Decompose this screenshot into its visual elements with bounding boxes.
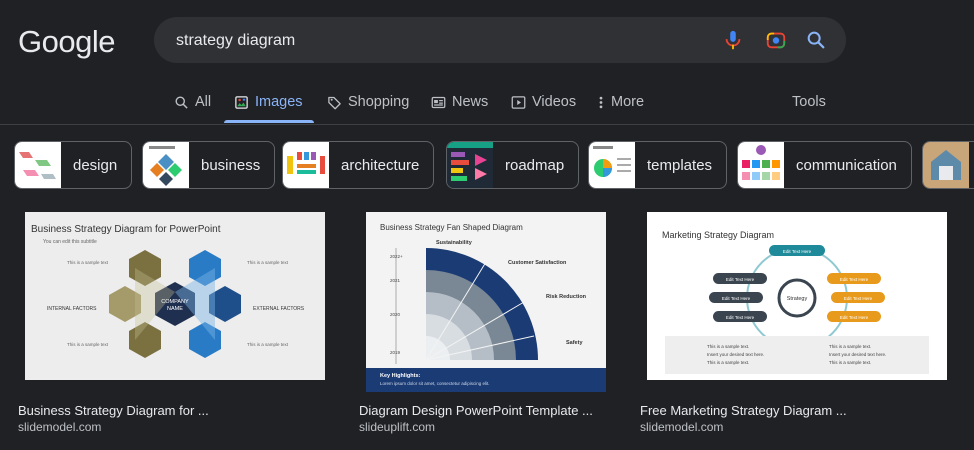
center-label: Strategy bbox=[787, 296, 808, 302]
bullet-text: Insert your desired text here. bbox=[829, 352, 886, 357]
bullet-text: This is a sample text. bbox=[707, 360, 749, 365]
image-heading: Marketing Strategy Diagram bbox=[662, 230, 774, 240]
tab-shopping[interactable]: Shopping bbox=[327, 82, 409, 122]
result-image[interactable]: Marketing Strategy Diagram Strategy Edit… bbox=[647, 212, 947, 380]
more-vert-icon bbox=[599, 96, 603, 108]
edit-label: Edit Text Here bbox=[844, 296, 873, 301]
news-icon bbox=[431, 96, 446, 108]
fan-label: Safety bbox=[566, 340, 583, 346]
edit-label: Edit Text Here bbox=[726, 277, 755, 282]
header-divider bbox=[0, 124, 974, 125]
chip-thumbnail bbox=[143, 142, 189, 188]
chip-label: architecture bbox=[341, 156, 420, 174]
chip-label: design bbox=[73, 156, 118, 174]
tab-label: Shopping bbox=[348, 94, 410, 110]
sample-text: This is a sample text bbox=[67, 260, 109, 265]
camera-lens-icon[interactable] bbox=[765, 29, 787, 51]
image-heading: Business Strategy Diagram for PowerPoint bbox=[31, 224, 221, 235]
sample-text: This is a sample text bbox=[247, 342, 289, 347]
tab-news[interactable]: News bbox=[431, 82, 488, 122]
chip-templates[interactable]: templates bbox=[588, 141, 728, 189]
tab-label: More bbox=[611, 94, 645, 110]
edit-label: Edit Text Here bbox=[783, 249, 812, 254]
bullet-text: This is a sample text. bbox=[707, 344, 749, 349]
images-icon bbox=[235, 95, 248, 109]
tab-label: News bbox=[452, 94, 489, 110]
search-input[interactable] bbox=[174, 17, 698, 65]
chip-architecture[interactable]: architecture bbox=[282, 141, 435, 189]
chip-label: communication bbox=[796, 156, 897, 174]
chip-label: business bbox=[201, 156, 261, 174]
result-source: slidemodel.com bbox=[18, 420, 102, 434]
image-heading: Business Strategy Fan Shaped Diagram bbox=[380, 223, 523, 232]
tab-label: Videos bbox=[532, 94, 577, 110]
result-image[interactable]: Business Strategy Fan Shaped Diagram 202… bbox=[366, 212, 606, 392]
year-label: 2021 bbox=[390, 278, 401, 283]
chip-thumbnail bbox=[15, 142, 61, 188]
edit-label: Edit Text Here bbox=[840, 315, 869, 320]
left-factor-label: INTERNAL FACTORS bbox=[47, 306, 97, 312]
result-title[interactable]: Free Marketing Strategy Diagram ... bbox=[640, 403, 847, 418]
result-title[interactable]: Diagram Design PowerPoint Template ... bbox=[359, 403, 593, 418]
bullet-text: Insert your desired text here. bbox=[707, 352, 764, 357]
active-tab-indicator bbox=[224, 120, 314, 123]
google-logo[interactable]: Google bbox=[18, 24, 115, 60]
year-label: 2019 bbox=[390, 350, 401, 355]
search-bar bbox=[154, 17, 846, 65]
edit-label: Edit Text Here bbox=[722, 296, 751, 301]
result-title[interactable]: Business Strategy Diagram for ... bbox=[18, 403, 209, 418]
sample-text: This is a sample text bbox=[67, 342, 109, 347]
tag-icon bbox=[328, 96, 341, 109]
chip-label: roadmap bbox=[505, 156, 565, 174]
sample-text: This is a sample text bbox=[247, 260, 289, 265]
bullet-text: This is a sample text. bbox=[829, 360, 871, 365]
tools-button[interactable]: Tools bbox=[792, 82, 826, 122]
fan-label: Customer Satisfaction bbox=[508, 260, 567, 266]
play-icon bbox=[511, 95, 526, 109]
chip-design[interactable]: design bbox=[14, 141, 133, 189]
result-source: slidemodel.com bbox=[640, 420, 724, 434]
tab-label: Images bbox=[255, 94, 303, 110]
microphone-icon[interactable] bbox=[722, 29, 744, 51]
year-label: 2022+ bbox=[390, 254, 403, 259]
tab-images[interactable]: Images bbox=[234, 82, 303, 122]
chip-label: templates bbox=[647, 156, 713, 174]
edit-label: Edit Text Here bbox=[726, 315, 755, 320]
chip-roadmap[interactable]: roadmap bbox=[446, 141, 580, 189]
edit-label: Edit Text Here bbox=[840, 277, 869, 282]
right-factor-label: EXTERNAL FACTORS bbox=[253, 306, 305, 312]
tools-label: Tools bbox=[792, 94, 826, 110]
tab-videos[interactable]: Videos bbox=[511, 82, 576, 122]
chip-thumbnail bbox=[447, 142, 493, 188]
chip-thumbnail bbox=[589, 142, 635, 188]
tab-all[interactable]: All bbox=[174, 82, 211, 122]
center-label: NAME bbox=[167, 306, 183, 312]
image-subtitle: You can edit this subtitle bbox=[43, 239, 97, 245]
search-icon[interactable] bbox=[805, 29, 827, 51]
footer-text: Lorem ipsum dolor sit amet, consectetur … bbox=[380, 381, 490, 386]
fan-label: Risk Reduction bbox=[546, 294, 587, 300]
result-source: slideuplift.com bbox=[359, 420, 436, 434]
related-chips: design business architecture roadmap tem… bbox=[14, 141, 974, 189]
chip-thumbnail bbox=[283, 142, 329, 188]
chip-more[interactable] bbox=[922, 141, 974, 189]
chip-business[interactable]: business bbox=[142, 141, 276, 189]
tab-label: All bbox=[195, 94, 212, 110]
search-tabs: All Images Shopping News Videos More Too… bbox=[0, 82, 974, 124]
bullet-text: This is a sample text. bbox=[829, 344, 871, 349]
footer-title: Key Highlights: bbox=[380, 373, 421, 379]
year-label: 2020 bbox=[390, 312, 401, 317]
result-image[interactable]: Business Strategy Diagram for PowerPoint… bbox=[25, 212, 325, 380]
chip-thumbnail bbox=[738, 142, 784, 188]
search-icon bbox=[175, 96, 188, 109]
center-label: COMPANY bbox=[161, 299, 189, 305]
tab-more[interactable]: More bbox=[597, 82, 644, 122]
fan-label: Sustainability bbox=[436, 240, 473, 246]
chip-thumbnail bbox=[923, 142, 969, 188]
chip-communication[interactable]: communication bbox=[737, 141, 912, 189]
